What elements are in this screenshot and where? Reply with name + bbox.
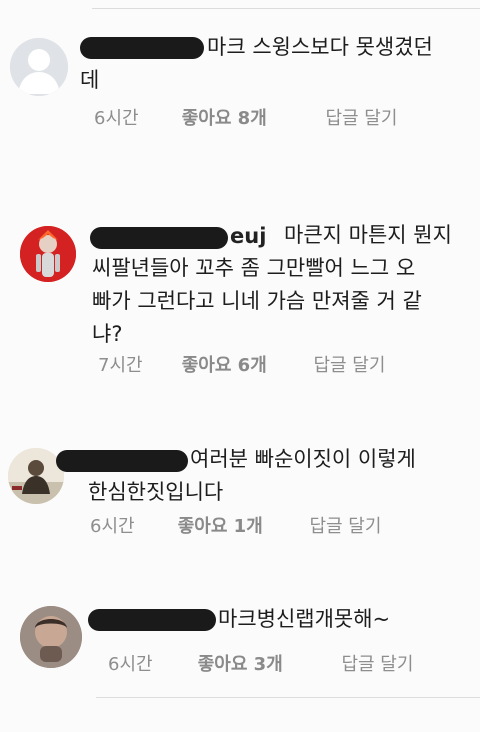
reply-button[interactable]: 답글 달기: [325, 104, 397, 130]
comment-text: 여러분 빠순이짓이 이렇게 한심한짓입니다: [88, 447, 416, 504]
comment-meta: 7시간 좋아요 6개 답글 달기: [98, 351, 385, 377]
comment-text: 마크 스윙스보다 못생겼던 데: [80, 35, 433, 92]
comment-text: 마크병신랩개못해~: [218, 607, 391, 631]
comment-time: 6시간: [108, 654, 153, 675]
person-icon: [10, 38, 68, 96]
default-avatar[interactable]: [10, 38, 68, 96]
comment-time: 6시간: [94, 108, 139, 129]
user-avatar[interactable]: [8, 448, 64, 504]
likes-button[interactable]: 좋아요 1개: [178, 512, 304, 538]
comment-time: 7시간: [98, 355, 143, 376]
avatar-photo-icon: [8, 448, 64, 504]
likes-button[interactable]: 좋아요 3개: [198, 650, 336, 676]
reply-button[interactable]: 답글 달기: [313, 351, 385, 377]
comment-text: 마큰지 마튼지 뭔지 씨팔년들아 꼬추 좀 그만빨어 느그 오 빠가 그런다고 …: [92, 223, 452, 346]
reply-button[interactable]: 답글 달기: [341, 650, 413, 676]
avatar-photo-icon: [20, 606, 82, 668]
comment-meta: 6시간 좋아요 1개 답글 달기: [90, 512, 381, 538]
bottom-divider: [96, 697, 480, 698]
likes-button[interactable]: 좋아요 6개: [182, 351, 308, 377]
comment-time: 6시간: [90, 516, 135, 537]
comment-meta: 6시간 좋아요 8개 답글 달기: [94, 104, 397, 130]
avatar-photo-icon: [20, 226, 76, 282]
comment-item: 마크 스윙스보다 못생겼던 데 6시간 좋아요 8개 답글 달기: [0, 0, 480, 160]
user-avatar[interactable]: [20, 606, 82, 668]
comment-meta: 6시간 좋아요 3개 답글 달기: [108, 650, 413, 676]
likes-button[interactable]: 좋아요 8개: [182, 104, 320, 130]
reply-button[interactable]: 답글 달기: [309, 512, 381, 538]
user-avatar[interactable]: [20, 226, 76, 282]
redacted-username[interactable]: [88, 609, 216, 631]
